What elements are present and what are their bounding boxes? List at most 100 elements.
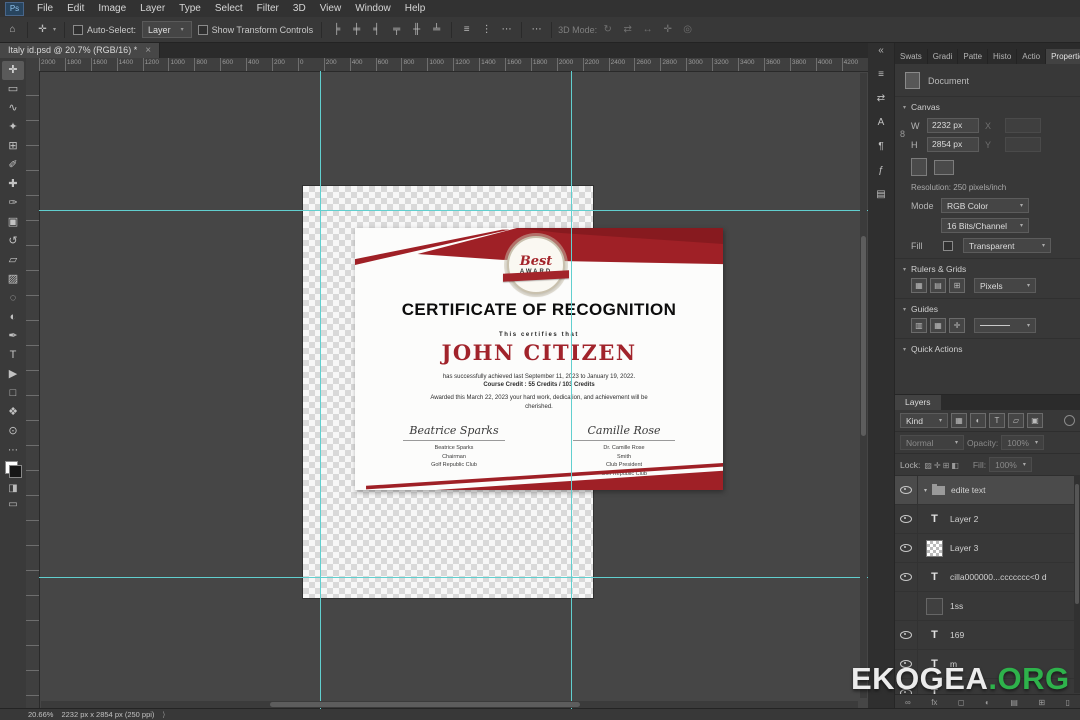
layer-mask-icon[interactable]: ◻ — [958, 698, 965, 707]
bit-depth-select[interactable]: 16 Bits/Channel ▾ — [941, 218, 1029, 233]
grid-toggle-icon[interactable]: ▤ — [930, 278, 946, 293]
scrollbar-thumb[interactable] — [861, 235, 866, 436]
layer-visibility-toggle[interactable] — [895, 592, 918, 620]
snap-toggle-icon[interactable]: ⊞ — [949, 278, 965, 293]
rulers-grids-section-header[interactable]: ▾ Rulers & Grids — [895, 258, 1080, 278]
horizontal-ruler[interactable]: 2000 1800 1600 1400 1200 1000 800 600 400 200 0 200… — [39, 58, 868, 72]
link-layers-icon[interactable]: ∞ — [905, 698, 911, 707]
horizontal-guide[interactable] — [39, 210, 868, 211]
layer-visibility-toggle[interactable] — [895, 476, 918, 504]
glyphs-panel-icon[interactable]: ƒ — [871, 163, 891, 178]
lock-transparency-icon[interactable]: ▨ — [923, 461, 933, 470]
brush-tool[interactable]: ✑ — [2, 194, 24, 213]
panel-tab-swats[interactable]: Swats — [895, 49, 928, 64]
quick-selection-tool[interactable]: ✦ — [2, 118, 24, 137]
vertical-guide[interactable] — [320, 71, 321, 709]
healing-brush-tool[interactable]: ✚ — [2, 175, 24, 194]
pen-tool[interactable]: ✒ — [2, 327, 24, 346]
panel-tab-gradi[interactable]: Gradi — [928, 49, 959, 64]
zoom-tool[interactable]: ⊙ — [2, 422, 24, 441]
landscape-orientation-icon[interactable] — [934, 159, 954, 175]
document-tab[interactable]: Italy id.psd @ 20.7% (RGB/16) * × — [0, 42, 161, 58]
lock-position-icon[interactable]: ✛ — [933, 461, 942, 470]
fill-checkbox[interactable] — [943, 240, 953, 251]
hand-tool[interactable]: ❖ — [2, 403, 24, 422]
close-icon[interactable]: × — [145, 45, 151, 56]
auto-select-checkbox[interactable] — [73, 24, 84, 35]
align-left-icon[interactable]: ╞ — [328, 24, 345, 35]
ruler-origin-corner[interactable] — [26, 58, 40, 72]
new-group-icon[interactable]: ▤ — [1010, 698, 1018, 707]
layer-visibility-toggle[interactable] — [895, 621, 918, 649]
foreground-background-colors[interactable] — [4, 461, 22, 478]
delete-layer-icon[interactable]: ▯ — [1066, 698, 1070, 707]
brush-settings-panel-icon[interactable]: ≡ — [871, 67, 891, 82]
zoom-level-field[interactable]: 20.66% — [28, 710, 53, 719]
scrollbar-thumb[interactable] — [269, 702, 581, 707]
layer-row[interactable]: Layer 3 — [895, 534, 1080, 563]
layers-scrollbar[interactable] — [1074, 475, 1080, 693]
y-field[interactable] — [1005, 137, 1041, 152]
certificate-artwork[interactable]: Best AWARD CERTIFICATE OF RECOGNITION Th… — [355, 228, 723, 490]
units-select[interactable]: Pixels ▾ — [974, 278, 1036, 293]
crop-tool[interactable]: ⊞ — [2, 137, 24, 156]
menu-item-3d[interactable]: 3D — [286, 1, 313, 16]
app-logo-icon[interactable]: Ps — [5, 1, 24, 16]
width-field[interactable]: 2232 px — [927, 118, 979, 133]
layer-visibility-toggle[interactable] — [895, 563, 918, 591]
rectangular-marquee-tool[interactable]: ▭ — [2, 80, 24, 99]
panel-tab-histo[interactable]: Histo — [988, 49, 1018, 64]
lasso-tool[interactable]: ∿ — [2, 99, 24, 118]
distribute-spacing-icon[interactable]: ⋯ — [498, 24, 515, 35]
menu-item-layer[interactable]: Layer — [133, 1, 172, 16]
filter-type-layers-icon[interactable]: T — [989, 413, 1005, 428]
fill-select[interactable]: Transparent ▾ — [963, 238, 1051, 253]
vertical-ruler[interactable] — [26, 71, 40, 709]
filter-shape-layers-icon[interactable]: ▱ — [1008, 413, 1024, 428]
layer-fill-field[interactable]: 100% ▾ — [989, 457, 1032, 472]
new-layer-icon[interactable]: ⊞ — [1038, 698, 1045, 707]
background-color-swatch[interactable] — [8, 465, 22, 478]
opacity-field[interactable]: 100% ▾ — [1001, 435, 1044, 450]
filter-smart-objects-icon[interactable]: ▣ — [1027, 413, 1043, 428]
paragraph-panel-icon[interactable]: ¶ — [871, 139, 891, 154]
horizontal-scrollbar[interactable] — [41, 701, 858, 708]
guide-layout-icon[interactable]: ▥ — [911, 318, 927, 333]
layer-row[interactable]: T 169 — [895, 621, 1080, 650]
libraries-panel-icon[interactable]: ▤ — [871, 187, 891, 202]
layer-effects-icon[interactable]: fx — [931, 698, 937, 707]
menu-item-help[interactable]: Help — [398, 1, 433, 16]
clone-stamp-tool[interactable]: ▣ — [2, 213, 24, 232]
link-dimensions-icon[interactable]: 8 — [900, 129, 905, 139]
portrait-orientation-icon[interactable] — [911, 158, 927, 176]
tab-layers[interactable]: Layers — [895, 395, 941, 410]
filter-pixel-layers-icon[interactable]: ▦ — [951, 413, 967, 428]
type-tool[interactable]: T — [2, 346, 24, 365]
filter-toggle-icon[interactable] — [1064, 415, 1075, 426]
path-selection-tool[interactable]: ▶ — [2, 365, 24, 384]
height-field[interactable]: 2854 px — [927, 137, 979, 152]
color-mode-select[interactable]: RGB Color ▾ — [941, 198, 1029, 213]
quick-mask-icon[interactable]: ◨ — [5, 483, 22, 494]
layer-row[interactable]: 1ss — [895, 592, 1080, 621]
canvas-viewport[interactable]: Best AWARD CERTIFICATE OF RECOGNITION Th… — [39, 71, 868, 709]
filter-adjustment-layers-icon[interactable]: ◐ — [970, 413, 986, 428]
distribute-horizontal-icon[interactable]: ≡ — [458, 24, 475, 35]
align-top-icon[interactable]: ╤ — [388, 24, 405, 35]
more-options-icon[interactable]: ⋯ — [528, 24, 545, 35]
eraser-tool[interactable]: ▱ — [2, 251, 24, 270]
x-field[interactable] — [1005, 118, 1041, 133]
layer-filter-select[interactable]: Kind ▾ — [900, 413, 948, 428]
align-center-horizontal-icon[interactable]: ╪ — [348, 24, 365, 35]
shape-tool[interactable]: □ — [2, 384, 24, 403]
layer-row[interactable]: Tcilla000000...ccccccc<0 d — [895, 563, 1080, 592]
panel-tab-actio[interactable]: Actio — [1017, 49, 1047, 64]
menu-item-window[interactable]: Window — [348, 1, 398, 16]
show-transform-controls-checkbox[interactable] — [197, 24, 208, 35]
blur-tool[interactable]: ◌ — [2, 289, 24, 308]
menu-item-type[interactable]: Type — [172, 1, 208, 16]
auto-select-target-select[interactable]: Layer ▾ — [142, 21, 192, 38]
guide-clear-icon[interactable]: ✛ — [949, 318, 965, 333]
adjustment-layer-icon[interactable]: ◐ — [985, 698, 990, 707]
lock-artboard-icon[interactable]: ⊞ — [942, 461, 951, 470]
